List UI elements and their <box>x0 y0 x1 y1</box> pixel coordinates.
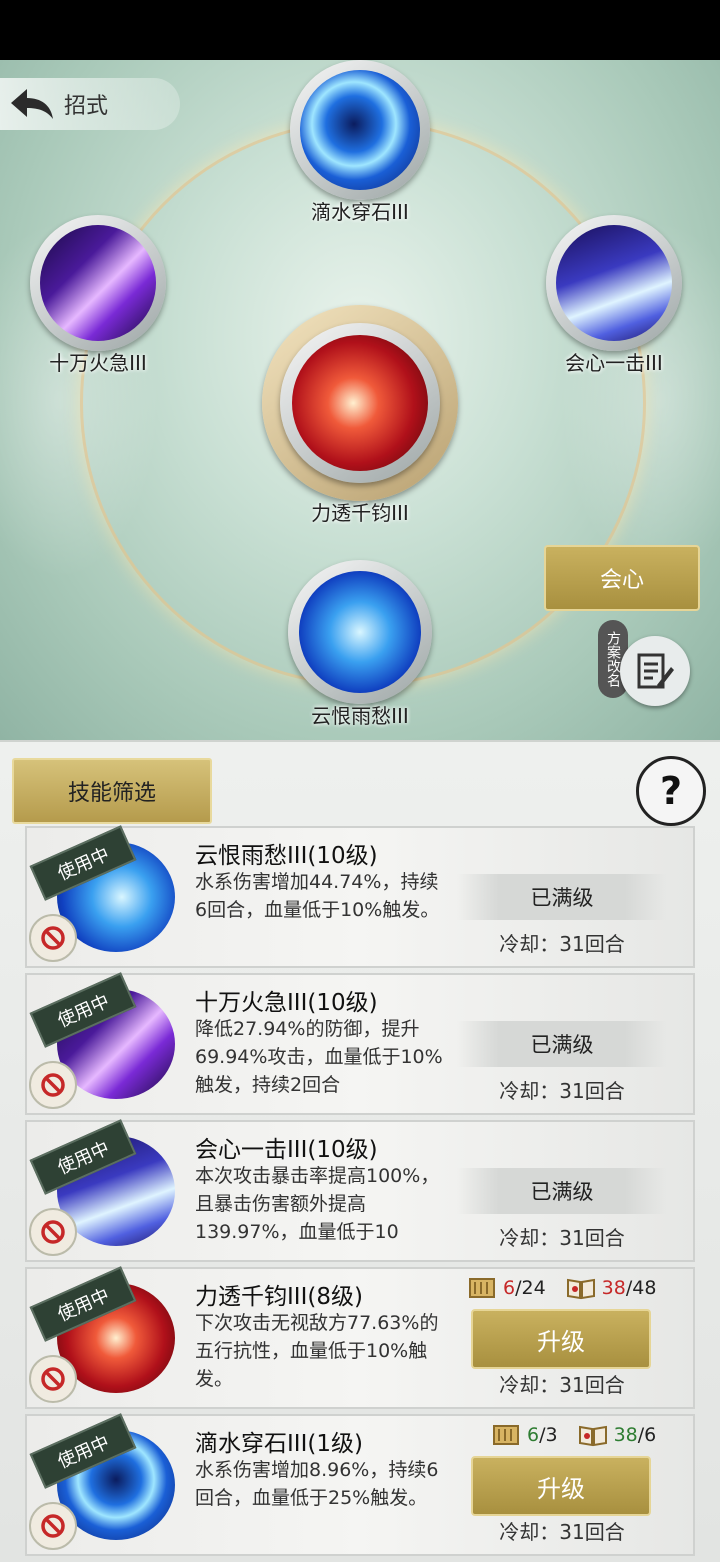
skill-node-right-label: 会心一击III <box>565 351 663 375</box>
skill-description: 降低27.94%的防御，提升69.94%攻击，血量低于10%触发，持续2回合 <box>195 1018 443 1096</box>
material1-need: /3 <box>539 1424 558 1446</box>
upgrade-button[interactable]: 升级 <box>471 1456 651 1516</box>
cooldown-label: 冷却：31回合 <box>499 1373 625 1397</box>
skill-description: 本次攻击暴击率提高100%，且暴击伤害额外提高139.97%，血量低于10 <box>195 1165 440 1243</box>
critical-strike-icon <box>556 225 672 341</box>
material1-need: /24 <box>515 1277 546 1299</box>
help-button[interactable]: ? <box>636 756 706 826</box>
status-bar <box>0 0 720 60</box>
back-button[interactable]: 招式 <box>0 78 180 130</box>
red-power-icon <box>292 335 428 471</box>
skill-node-left[interactable]: 十万火急III <box>30 215 166 376</box>
max-level-label: 已满级 <box>457 1168 667 1214</box>
max-level-label: 已满级 <box>457 1021 667 1067</box>
skill-node-center[interactable]: 力透千钧III <box>262 305 458 526</box>
skill-wheel-scene: 招式 滴水穿石III 十万火急III 会心一击III 力透千钧III 云恨雨愁I… <box>0 60 720 750</box>
purple-blade-icon <box>40 225 156 341</box>
cooldown-label: 冷却：31回合 <box>499 1226 625 1250</box>
unequip-icon[interactable] <box>29 1061 77 1109</box>
skill-node-bottom-label: 云恨雨愁III <box>311 704 409 728</box>
scheme-button[interactable]: 会心 <box>544 545 700 611</box>
skill-node-bottom[interactable]: 云恨雨愁III <box>288 560 432 729</box>
skill-node-right[interactable]: 会心一击III <box>546 215 682 376</box>
unequip-icon[interactable] <box>29 1355 77 1403</box>
skill-description: 下次攻击无视敌方77.63%的五行抗性，血量低于10%触发。 <box>195 1312 439 1390</box>
skill-node-center-label: 力透千钧III <box>311 501 409 525</box>
skill-title: 力透千钧III(8级) <box>195 1284 363 1310</box>
skill-title: 滴水穿石III(1级) <box>195 1431 363 1457</box>
skill-list-panel: 技能筛选 ? 使用中 云恨雨愁III(10级) 水系伤害增加44.74%，持续6… <box>0 740 720 1562</box>
material2-need: /6 <box>637 1424 657 1446</box>
book-icon <box>566 1276 596 1300</box>
cooldown-label: 冷却：31回合 <box>499 1079 625 1103</box>
skill-node-top[interactable]: 滴水穿石III <box>290 60 430 225</box>
material1-have: 6 <box>527 1424 540 1446</box>
skill-title: 会心一击III(10级) <box>195 1137 378 1163</box>
skill-card[interactable]: 使用中 十万火急III(10级) 降低27.94%的防御，提升69.94%攻击，… <box>25 972 695 1115</box>
max-level-label: 已满级 <box>457 874 667 920</box>
scroll-icon <box>467 1276 497 1300</box>
skill-card[interactable]: 使用中 滴水穿石III(1级) 水系伤害增加8.96%，持续6回合，血量低于25… <box>25 1413 697 1556</box>
upgrade-materials: 6/3 38/6 <box>467 1420 697 1450</box>
skill-description: 水系伤害增加8.96%，持续6回合，血量低于25%触发。 <box>195 1459 439 1509</box>
back-label: 招式 <box>64 94 109 119</box>
edit-note-icon <box>620 636 690 706</box>
back-arrow-icon <box>0 78 64 130</box>
rename-scheme-button[interactable]: 方案改名 <box>598 620 698 710</box>
material2-need: /48 <box>625 1277 657 1299</box>
book-icon <box>578 1423 608 1447</box>
skill-node-left-label: 十万火急III <box>49 351 147 375</box>
unequip-icon[interactable] <box>29 914 77 962</box>
material1-have: 6 <box>503 1277 516 1299</box>
upgrade-materials: 6/24 38/48 <box>467 1273 697 1303</box>
cooldown-label: 冷却：31回合 <box>499 1520 625 1544</box>
cloud-rain-icon <box>299 571 421 693</box>
material2-have: 38 <box>601 1277 626 1299</box>
skill-filter-button[interactable]: 技能筛选 <box>12 758 212 824</box>
scroll-icon <box>491 1423 521 1447</box>
unequip-icon[interactable] <box>29 1502 77 1550</box>
skill-title: 云恨雨愁III(10级) <box>195 843 378 869</box>
skill-card[interactable]: 使用中 云恨雨愁III(10级) 水系伤害增加44.74%，持续6回合，血量低于… <box>25 825 695 968</box>
unequip-icon[interactable] <box>29 1208 77 1256</box>
skill-description: 水系伤害增加44.74%，持续6回合，血量低于10%触发。 <box>195 871 440 921</box>
skill-title: 十万火急III(10级) <box>195 990 378 1016</box>
upgrade-button[interactable]: 升级 <box>471 1309 651 1369</box>
skill-node-top-label: 滴水穿石III <box>311 200 409 224</box>
skill-card[interactable]: 使用中 力透千钧III(8级) 下次攻击无视敌方77.63%的五行抗性，血量低于… <box>25 1266 697 1409</box>
water-swirl-icon <box>300 70 420 190</box>
skill-card[interactable]: 使用中 会心一击III(10级) 本次攻击暴击率提高100%，且暴击伤害额外提高… <box>25 1119 695 1262</box>
material2-have: 38 <box>613 1424 638 1446</box>
cooldown-label: 冷却：31回合 <box>499 932 625 956</box>
